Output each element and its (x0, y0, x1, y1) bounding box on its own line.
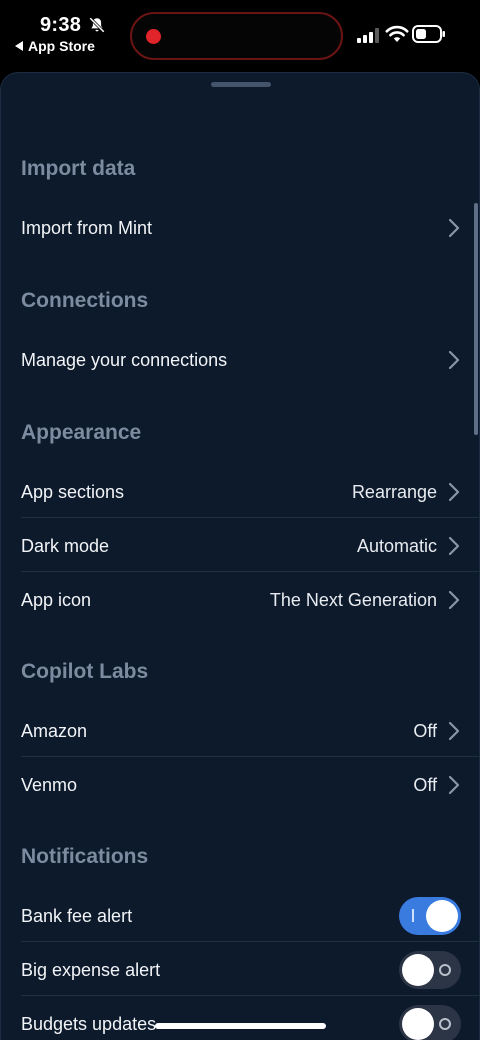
row-value: Off (413, 774, 437, 795)
dark-mode-row[interactable]: Dark mode Automatic (21, 519, 461, 573)
section-title-copilot-labs: Copilot Labs (21, 660, 149, 683)
toggle-knob (402, 1008, 434, 1040)
row-label: Bank fee alert (21, 905, 133, 926)
chevron-right-icon (448, 590, 460, 610)
row-divider (21, 756, 479, 757)
toggle-off-mark-icon (439, 1018, 451, 1030)
battery-icon (412, 25, 445, 43)
bank-fee-alert-toggle[interactable] (399, 897, 461, 935)
row-divider (21, 571, 479, 572)
row-label: App sections (21, 481, 125, 502)
amazon-row[interactable]: Amazon Off (21, 704, 461, 758)
toggle-on-mark-icon (412, 909, 414, 922)
venmo-row[interactable]: Venmo Off (21, 758, 461, 812)
chevron-right-icon (448, 721, 460, 741)
row-value: The Next Generation (269, 589, 437, 610)
row-value: Rearrange (351, 481, 437, 502)
row-label: Amazon (21, 720, 88, 741)
row-divider (21, 995, 479, 996)
app-icon-row[interactable]: App icon The Next Generation (21, 573, 461, 627)
chevron-right-icon (448, 350, 460, 370)
row-label: Big expense alert (21, 959, 161, 980)
toggle-knob (402, 954, 434, 986)
row-label: Venmo (21, 774, 78, 795)
row-label: Import from Mint (21, 217, 153, 238)
wifi-icon (385, 25, 409, 42)
section-title-connections: Connections (21, 289, 149, 312)
section-title-notifications: Notifications (21, 845, 149, 868)
row-label: Manage your connections (21, 349, 228, 370)
section-title-appearance: Appearance (21, 421, 142, 444)
settings-sheet: Import data Import from Mint Connections… (0, 72, 480, 1040)
app-sections-row[interactable]: App sections Rearrange (21, 465, 461, 519)
bank-fee-alert-row: Bank fee alert (21, 889, 461, 943)
row-label: Dark mode (21, 535, 110, 556)
back-to-app-store[interactable]: App Store (15, 38, 95, 54)
scrollbar[interactable] (474, 203, 478, 435)
back-arrow-icon (15, 41, 23, 51)
big-expense-alert-toggle[interactable] (399, 951, 461, 989)
row-divider (21, 941, 479, 942)
sheet-grabber[interactable] (211, 82, 271, 87)
home-indicator[interactable] (155, 1023, 326, 1029)
row-divider (21, 517, 479, 518)
status-time: 9:38 (40, 14, 82, 36)
signal-icon (357, 28, 379, 43)
bell-slash-icon (89, 17, 105, 33)
chevron-right-icon (448, 218, 460, 238)
toggle-knob (426, 900, 458, 932)
chevron-right-icon (448, 536, 460, 556)
row-value: Off (413, 720, 437, 741)
chevron-right-icon (448, 482, 460, 502)
row-label: App icon (21, 589, 92, 610)
manage-connections-row[interactable]: Manage your connections (21, 333, 461, 387)
import-from-mint-row[interactable]: Import from Mint (21, 201, 461, 255)
back-app-label: App Store (28, 38, 95, 54)
chevron-right-icon (448, 775, 460, 795)
row-value: Automatic (356, 535, 437, 556)
recording-indicator-icon (146, 29, 161, 44)
dynamic-island[interactable] (130, 12, 343, 60)
budgets-updates-row: Budgets updates (21, 997, 461, 1040)
big-expense-alert-row: Big expense alert (21, 943, 461, 997)
toggle-off-mark-icon (439, 964, 451, 976)
budgets-updates-toggle[interactable] (399, 1005, 461, 1040)
section-title-import: Import data (21, 157, 136, 180)
status-bar: 9:38 App Store (0, 0, 480, 70)
